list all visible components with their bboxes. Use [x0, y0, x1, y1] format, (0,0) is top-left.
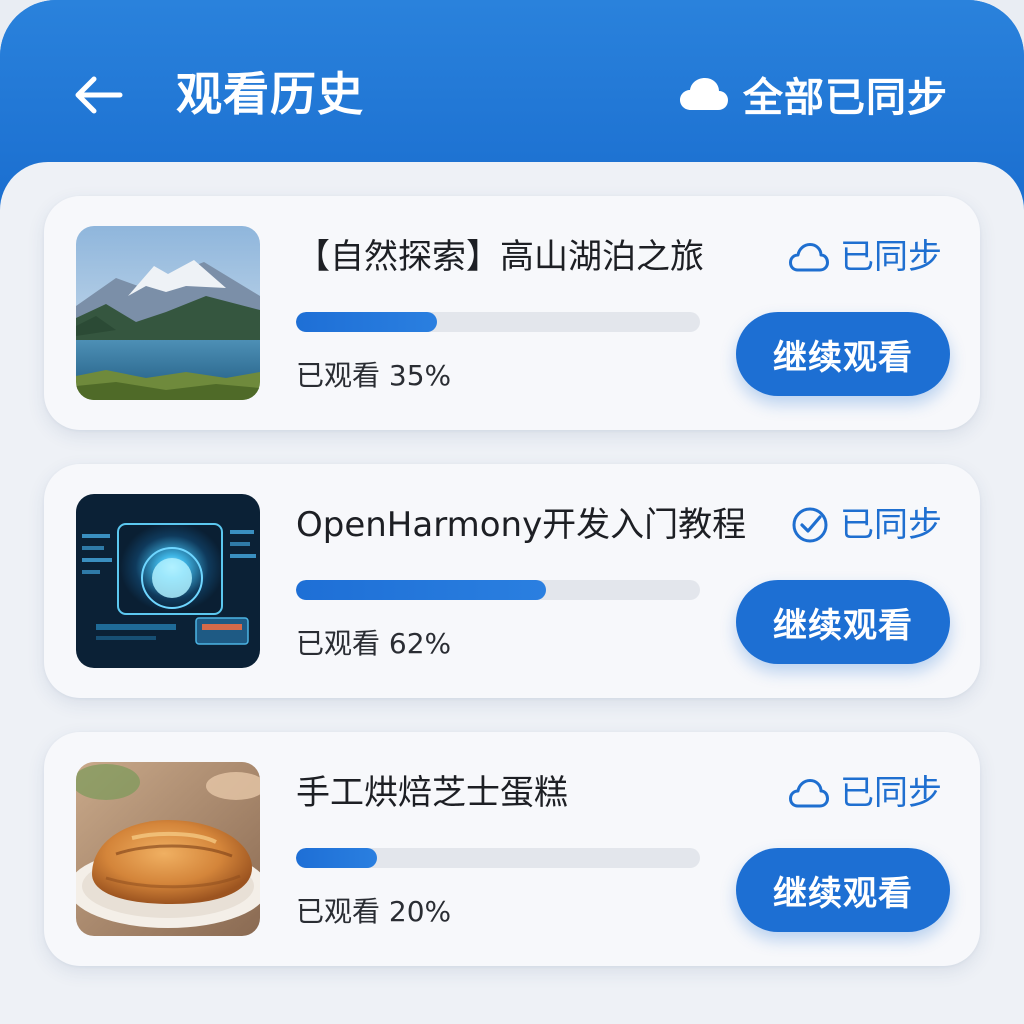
sync-status-label: 已同步 — [840, 237, 942, 277]
history-card[interactable]: 手工烘焙芝士蛋糕 已同步 已观看 20% 继续观看 — [44, 732, 980, 966]
progress-text: 已观看 62% — [296, 627, 452, 660]
tech-interface-thumbnail[interactable] — [76, 494, 260, 668]
progress-text: 已观看 35% — [296, 359, 452, 392]
history-card[interactable]: 【自然探索】高山湖泊之旅 已同步 已观看 35% 继续观看 — [44, 196, 980, 430]
sync-all-status[interactable]: 全部已同步 — [679, 62, 948, 126]
progress-fill — [296, 580, 547, 600]
continue-watching-button[interactable]: 继续观看 — [736, 312, 950, 396]
progress-fill — [296, 848, 377, 868]
progress-bar — [296, 580, 700, 600]
sync-status-label: 已同步 — [840, 773, 942, 813]
mountain-lake-thumbnail[interactable] — [76, 226, 260, 400]
video-title[interactable]: 手工烘焙芝士蛋糕 — [296, 768, 568, 818]
check-circle-icon — [792, 507, 828, 543]
back-button[interactable] — [70, 70, 126, 120]
progress-bar — [296, 848, 700, 868]
cloud-icon — [789, 243, 829, 272]
history-list: 【自然探索】高山湖泊之旅 已同步 已观看 35% 继续观看 OpenHarmon… — [0, 162, 1024, 1024]
video-title[interactable]: OpenHarmony开发入门教程 — [296, 500, 746, 550]
sync-status-badge: 已同步 — [790, 502, 942, 548]
pastry-thumbnail[interactable] — [76, 762, 260, 936]
continue-watching-button[interactable]: 继续观看 — [736, 580, 950, 664]
sync-status-label: 已同步 — [840, 505, 942, 545]
progress-text: 已观看 20% — [296, 895, 452, 928]
app-frame: 观看历史 全部已同步 【自然探索】高山湖泊之旅 已同步 已观看 35% 继续观看… — [0, 0, 1024, 1024]
sync-status-badge: 已同步 — [788, 770, 942, 816]
cloud-icon — [789, 779, 829, 808]
cloud-icon — [680, 78, 728, 110]
progress-fill — [296, 312, 438, 332]
arrow-left-icon — [75, 76, 123, 114]
sync-all-label: 全部已同步 — [743, 75, 948, 121]
sync-status-badge: 已同步 — [788, 234, 942, 280]
video-title[interactable]: 【自然探索】高山湖泊之旅 — [296, 232, 704, 282]
continue-watching-button[interactable]: 继续观看 — [736, 848, 950, 932]
history-card[interactable]: OpenHarmony开发入门教程 已同步 已观看 62% 继续观看 — [44, 464, 980, 698]
progress-bar — [296, 312, 700, 332]
page-title: 观看历史 — [176, 67, 364, 121]
